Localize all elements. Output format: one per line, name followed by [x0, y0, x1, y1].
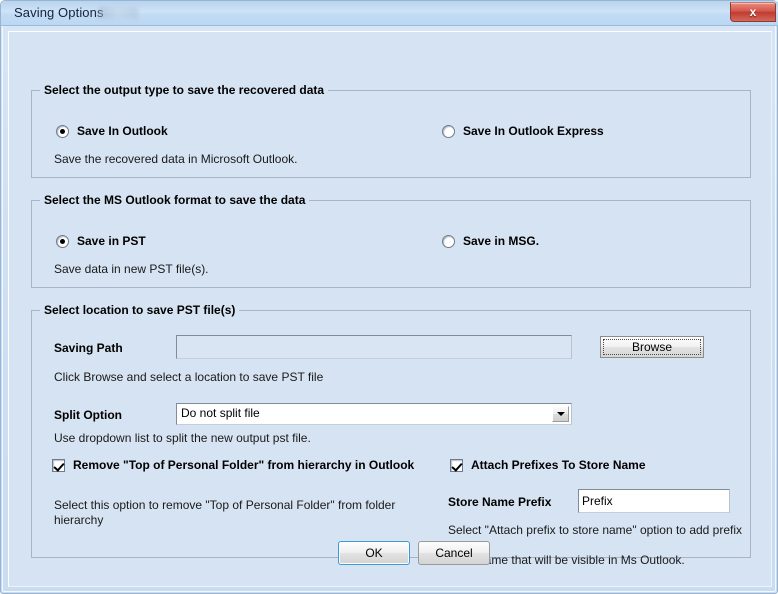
browse-hint: Click Browse and select a location to sa…	[54, 370, 323, 385]
group-outlook-format-legend: Select the MS Outlook format to save the…	[40, 193, 309, 207]
browse-button-label: Browse	[632, 340, 672, 354]
cancel-button[interactable]: Cancel	[418, 541, 490, 565]
radio-save-in-pst[interactable]: Save in PST	[56, 234, 146, 248]
store-name-prefix-label: Store Name Prefix	[448, 495, 551, 509]
ok-button[interactable]: OK	[338, 541, 410, 565]
radio-save-in-msg[interactable]: Save in MSG.	[442, 234, 539, 248]
checkbox-attach-prefixes-label: Attach Prefixes To Store Name	[471, 458, 646, 472]
radio-save-in-pst-label: Save in PST	[77, 234, 146, 248]
remove-top-folder-hint: Select this option to remove "Top of Per…	[54, 498, 434, 528]
split-option-hint: Use dropdown list to split the new outpu…	[54, 431, 311, 446]
radio-save-in-msg-indicator[interactable]	[442, 235, 455, 248]
group-save-location: Select location to save PST file(s) Savi…	[31, 310, 751, 558]
chevron-down-glyph	[557, 412, 565, 416]
radio-save-in-msg-label: Save in MSG.	[463, 234, 539, 248]
output-type-description: Save the recovered data in Microsoft Out…	[54, 152, 297, 167]
split-option-label: Split Option	[54, 408, 122, 422]
saving-options-window: Saving Options x Select the output type …	[0, 0, 778, 594]
radio-save-in-outlook-express[interactable]: Save In Outlook Express	[442, 124, 604, 138]
radio-save-in-outlook[interactable]: Save In Outlook	[56, 124, 168, 138]
outlook-format-description: Save data in new PST file(s).	[54, 262, 209, 277]
checkbox-remove-top-folder-indicator[interactable]	[52, 459, 65, 472]
checkbox-attach-prefixes[interactable]: Attach Prefixes To Store Name	[450, 458, 646, 472]
dialog-content-panel: Select the output type to save the recov…	[8, 31, 772, 587]
checkbox-remove-top-folder-label: Remove "Top of Personal Folder" from hie…	[73, 458, 414, 472]
radio-save-in-outlook-indicator[interactable]	[56, 125, 69, 138]
radio-save-in-outlook-express-indicator[interactable]	[442, 125, 455, 138]
saving-path-input[interactable]	[176, 335, 572, 359]
checkbox-remove-top-folder[interactable]: Remove "Top of Personal Folder" from hie…	[52, 458, 414, 472]
radio-save-in-pst-indicator[interactable]	[56, 235, 69, 248]
redacted-title-suffix	[98, 7, 138, 19]
window-title: Saving Options	[14, 5, 104, 20]
group-outlook-format: Select the MS Outlook format to save the…	[31, 200, 751, 288]
checkbox-attach-prefixes-indicator[interactable]	[450, 459, 463, 472]
title-bar[interactable]: Saving Options x	[1, 1, 778, 26]
chevron-down-icon[interactable]	[552, 406, 569, 422]
radio-save-in-outlook-label: Save In Outlook	[77, 124, 168, 138]
group-output-type: Select the output type to save the recov…	[31, 90, 751, 178]
close-button[interactable]: x	[730, 2, 776, 22]
saving-path-label: Saving Path	[54, 341, 123, 355]
group-save-location-legend: Select location to save PST file(s)	[40, 303, 239, 317]
browse-button[interactable]: Browse	[600, 336, 704, 358]
split-option-dropdown[interactable]: Do not split file	[176, 403, 572, 425]
split-option-value: Do not split file	[181, 406, 260, 420]
group-output-type-legend: Select the output type to save the recov…	[40, 83, 328, 97]
store-name-prefix-input[interactable]	[578, 489, 730, 513]
attach-prefixes-hint: Select "Attach prefix to store name" opt…	[448, 523, 748, 568]
radio-save-in-outlook-express-label: Save In Outlook Express	[463, 124, 604, 138]
